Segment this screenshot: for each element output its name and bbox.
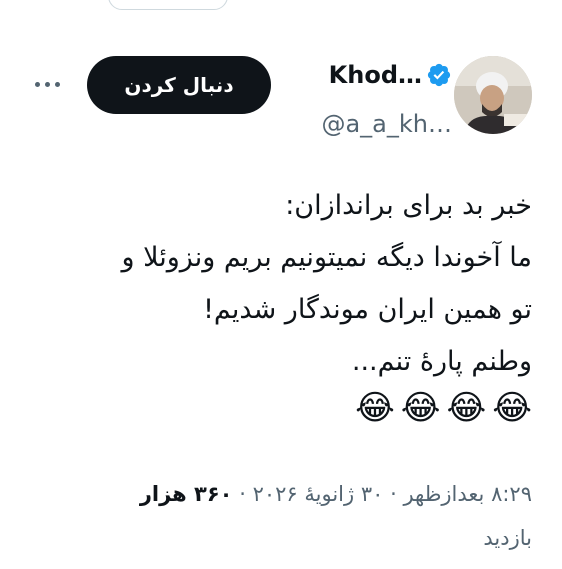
meta-separator: · bbox=[390, 482, 397, 506]
laughing-emoji: 😂 bbox=[355, 388, 395, 428]
top-pill-button[interactable] bbox=[108, 0, 228, 10]
emoji-row: 😂 😂 😂 😂 bbox=[355, 388, 532, 428]
tweet-date[interactable]: ۳۰ ژانویهٔ ۲۰۲۶ bbox=[253, 482, 384, 506]
avatar[interactable] bbox=[454, 56, 532, 134]
views-count: ۳۶۰ هزار bbox=[139, 482, 233, 506]
tweet-time[interactable]: ۸:۲۹ بعدازظهر bbox=[403, 482, 532, 506]
author-handle[interactable]: @a_a_kh… bbox=[321, 110, 452, 138]
meta-separator: · bbox=[239, 482, 246, 506]
tweet-text: خبر بد برای براندازان: ما آخوندا دیگه نم… bbox=[32, 180, 532, 388]
tweet-meta: ۸:۲۹ بعدازظهر · ۳۰ ژانویهٔ ۲۰۲۶ · ۳۶۰ هز… bbox=[32, 472, 532, 560]
tweet-line: خبر بد برای براندازان: bbox=[285, 190, 532, 221]
laughing-emoji: 😂 bbox=[446, 388, 487, 428]
author-name-row[interactable]: Khod… bbox=[329, 60, 452, 90]
more-options-icon[interactable] bbox=[35, 76, 65, 92]
laughing-emoji: 😂 bbox=[492, 388, 532, 428]
author-display-name[interactable]: Khod… bbox=[329, 61, 422, 89]
follow-button[interactable]: دنبال کردن bbox=[87, 56, 271, 114]
tweet-line: ما آخوندا دیگه نمیتونیم بریم ونزوئلا و bbox=[121, 242, 532, 273]
laughing-emoji: 😂 bbox=[400, 388, 441, 428]
tweet-line: وطنم پارهٔ تنم... bbox=[351, 346, 532, 377]
verified-badge-icon bbox=[427, 63, 451, 87]
views-label: بازدید bbox=[483, 526, 532, 550]
tweet-line: تو همین ایران موندگار شدیم! bbox=[203, 294, 532, 325]
